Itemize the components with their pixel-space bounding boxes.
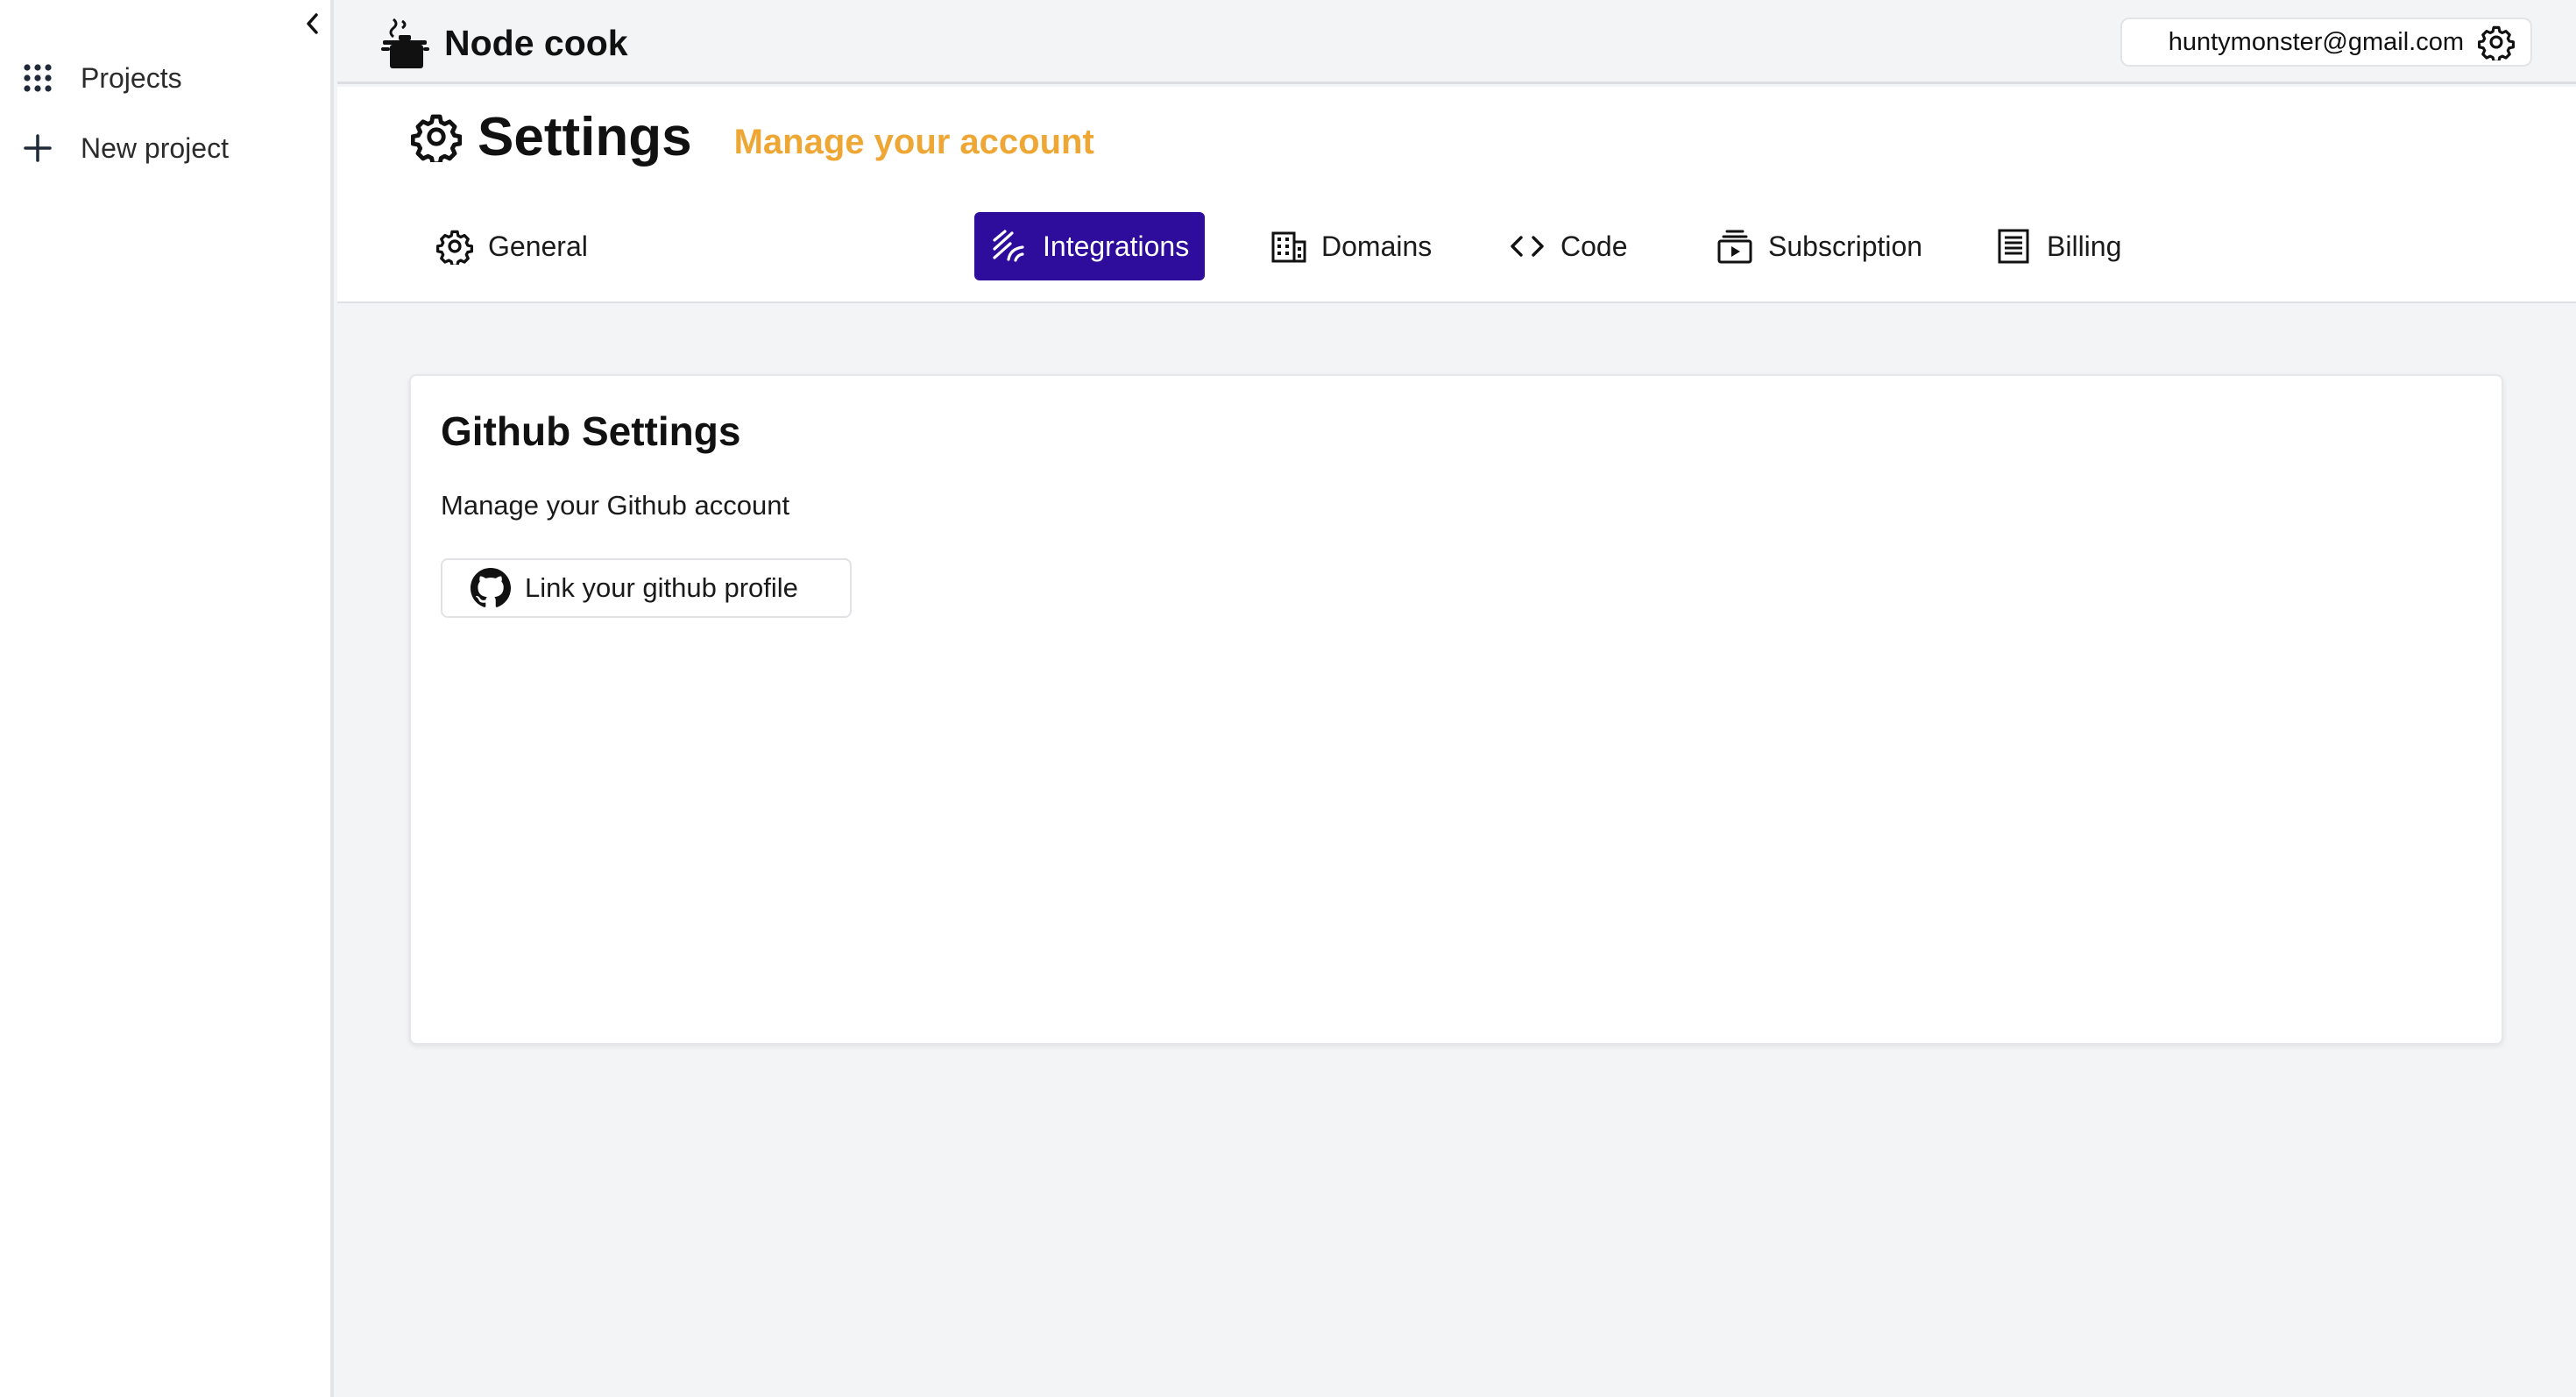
link-github-label: Link your github profile <box>525 572 798 603</box>
tab-label: Integrations <box>1043 230 1190 262</box>
tab-general[interactable]: General <box>420 212 604 280</box>
sidebar-item-new-project[interactable]: New project <box>19 122 229 174</box>
link-github-button[interactable]: Link your github profile <box>441 558 852 618</box>
account-email: huntymonster@gmail.com <box>2168 27 2464 56</box>
chevron-left-icon <box>307 13 318 34</box>
tab-label: Domains <box>1321 230 1433 262</box>
github-icon <box>471 568 511 608</box>
receipt-icon <box>1994 227 2033 266</box>
github-settings-card: Github Settings Manage your Github accou… <box>409 374 2503 1045</box>
card-description: Manage your Github account <box>441 490 790 521</box>
tab-billing[interactable]: Billing <box>1978 212 2137 280</box>
brand[interactable]: Node cook <box>379 16 628 70</box>
page-title: Settings <box>478 106 692 167</box>
sidebar-collapse-button[interactable] <box>298 9 328 39</box>
tab-integrations[interactable]: Integrations <box>974 212 1206 280</box>
gear-icon <box>435 227 474 266</box>
settings-header: Settings Manage your account General Int… <box>337 87 2576 303</box>
tab-label: Subscription <box>1768 230 1923 262</box>
top-bar: Node cook huntymonster@gmail.com <box>337 0 2576 84</box>
sidebar-item-projects[interactable]: Projects <box>19 52 182 104</box>
account-button[interactable]: huntymonster@gmail.com <box>2120 18 2532 67</box>
card-title: Github Settings <box>441 408 741 454</box>
tab-label: General <box>488 230 588 262</box>
cooking-pot-icon <box>379 16 430 70</box>
tab-label: Billing <box>2047 230 2122 262</box>
sidebar-item-label: New project <box>81 131 229 164</box>
subscription-icon <box>1716 227 1754 266</box>
tab-subscription[interactable]: Subscription <box>1700 212 1938 280</box>
brand-name: Node cook <box>444 22 628 63</box>
grid-dots-icon <box>19 60 56 96</box>
gear-icon <box>411 111 462 162</box>
code-brackets-icon <box>1508 227 1546 266</box>
sidebar: Projects New project <box>0 0 334 1397</box>
sidebar-item-label: Projects <box>81 61 182 94</box>
tab-label: Code <box>1560 230 1628 262</box>
building-icon <box>1269 227 1307 266</box>
signal-waves-icon <box>990 227 1029 266</box>
tab-code[interactable]: Code <box>1492 212 1644 280</box>
gear-icon <box>2478 24 2515 60</box>
page-subtitle: Manage your account <box>733 122 1094 161</box>
plus-icon <box>19 130 56 167</box>
tab-domains[interactable]: Domains <box>1253 212 1447 280</box>
